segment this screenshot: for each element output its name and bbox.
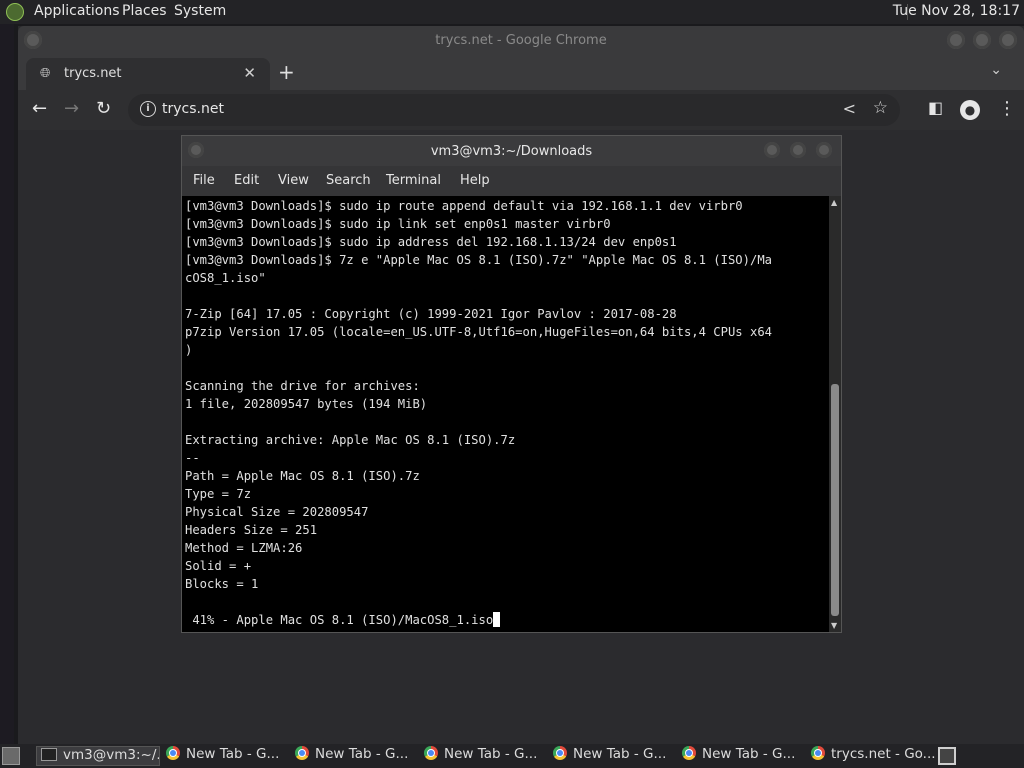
tab-title: trycs.net (64, 66, 122, 81)
terminal-output: [vm3@vm3 Downloads]$ sudo ip route appen… (185, 197, 827, 629)
top-panel: Applications Places System Tue Nov 28, 1… (0, 0, 1024, 24)
terminal-window: vm3@vm3:~/Downloads File Edit View Searc… (182, 136, 841, 632)
close-tab-icon[interactable]: ✕ (243, 64, 256, 82)
terminal-progress-line: 41% - Apple Mac OS 8.1 (ISO)/MacOS8_1.is… (185, 611, 827, 629)
tab-strip: 🌐︎ trycs.net ✕ + ⌄ (18, 56, 1024, 90)
profile-avatar-icon[interactable]: ● (960, 100, 980, 120)
menu-search[interactable]: Search (326, 173, 371, 188)
minimize-button[interactable] (947, 31, 965, 49)
terminal-title: vm3@vm3:~/Downloads (430, 144, 593, 159)
menu-edit[interactable]: Edit (234, 173, 259, 188)
terminal-line: Type = 7z (185, 487, 252, 501)
places-menu[interactable]: Places (122, 3, 167, 19)
url-text[interactable]: trycs.net (162, 101, 224, 117)
taskbar-item-chrome[interactable]: New Tab - G... (166, 746, 290, 766)
maximize-button[interactable] (973, 31, 991, 49)
menu-help[interactable]: Help (460, 173, 490, 188)
chrome-titlebar[interactable]: trycs.net - Google Chrome (18, 26, 1024, 56)
side-panel-icon[interactable]: ◧ (928, 98, 943, 117)
terminal-line: [vm3@vm3 Downloads]$ sudo ip address del… (185, 235, 677, 249)
forward-icon[interactable]: → (64, 98, 79, 119)
tab-trycs[interactable]: 🌐︎ trycs.net ✕ (26, 58, 270, 90)
workspace-switcher-icon[interactable] (938, 747, 956, 765)
terminal-screen[interactable]: [vm3@vm3 Downloads]$ sudo ip route appen… (182, 196, 841, 632)
back-icon[interactable]: ← (32, 98, 47, 119)
menu-terminal[interactable]: Terminal (386, 173, 441, 188)
globe-icon: 🌐︎ (40, 66, 51, 81)
terminal-line: Headers Size = 251 (185, 523, 318, 537)
terminal-minimize-button[interactable] (764, 142, 780, 158)
chevron-down-icon[interactable]: ⌄ (990, 62, 1002, 78)
terminal-line: Solid = + (185, 559, 252, 573)
scrollbar-thumb[interactable] (831, 384, 839, 616)
chrome-icon (553, 746, 567, 760)
applications-menu[interactable]: Applications (34, 3, 120, 19)
terminal-line: ) (185, 343, 193, 357)
terminal-line: -- (185, 451, 200, 465)
terminal-line: [vm3@vm3 Downloads]$ sudo ip route appen… (185, 199, 743, 213)
chrome-icon (424, 746, 438, 760)
menu-file[interactable]: File (193, 173, 215, 188)
taskbar-item-terminal[interactable]: vm3@vm3:~/... (36, 746, 160, 766)
site-info-icon[interactable]: i (140, 101, 156, 117)
terminal-line: 7-Zip [64] 17.05 : Copyright (c) 1999-20… (185, 307, 677, 321)
bookmark-star-icon[interactable]: ☆ (873, 98, 888, 118)
share-icon[interactable]: < (843, 99, 856, 118)
text-cursor (493, 612, 501, 627)
taskbar-item-chrome[interactable]: New Tab - G... (424, 746, 548, 766)
terminal-line: [vm3@vm3 Downloads]$ 7z e "Apple Mac OS … (185, 253, 772, 267)
terminal-maximize-button[interactable] (790, 142, 806, 158)
distro-logo-icon[interactable] (6, 3, 24, 21)
terminal-icon (41, 748, 57, 761)
terminal-line: Method = LZMA:26 (185, 541, 303, 555)
terminal-line: cOS8_1.iso" (185, 271, 266, 285)
desktop-edge (0, 24, 14, 744)
terminal-line: Path = Apple Mac OS 8.1 (ISO).7z (185, 469, 420, 483)
menu-view[interactable]: View (278, 173, 309, 188)
terminal-menubar: File Edit View Search Terminal Help (182, 166, 841, 196)
show-desktop-icon[interactable] (2, 747, 20, 765)
browser-toolbar: ← → ↻ i trycs.net < ☆ ◧ ● ⋮ (18, 90, 1024, 130)
chrome-icon (295, 746, 309, 760)
scroll-up-icon[interactable]: ▲ (831, 198, 837, 207)
taskbar-item-chrome[interactable]: New Tab - G... (553, 746, 677, 766)
close-window-button[interactable] (999, 31, 1017, 49)
terminal-line: Physical Size = 202809547 (185, 505, 369, 519)
clock[interactable]: Tue Nov 28, 18:17 (893, 3, 1020, 19)
terminal-line: [vm3@vm3 Downloads]$ sudo ip link set en… (185, 217, 611, 231)
terminal-titlebar[interactable]: vm3@vm3:~/Downloads (182, 136, 841, 167)
chrome-window-title: trycs.net - Google Chrome (435, 33, 607, 48)
reload-icon[interactable]: ↻ (96, 98, 111, 119)
taskbar-item-chrome[interactable]: New Tab - G... (295, 746, 419, 766)
terminal-close-button[interactable] (816, 142, 832, 158)
chrome-icon (682, 746, 696, 760)
scroll-down-icon[interactable]: ▼ (831, 621, 837, 630)
terminal-line: Blocks = 1 (185, 577, 259, 591)
terminal-line: p7zip Version 17.05 (locale=en_US.UTF-8,… (185, 325, 772, 339)
chrome-icon (811, 746, 825, 760)
terminal-line: Scanning the drive for archives: (185, 379, 420, 393)
taskbar-item-chrome[interactable]: New Tab - G... (682, 746, 806, 766)
taskbar-item-chrome-active-site[interactable]: trycs.net - Go... (811, 746, 935, 766)
address-bar[interactable]: i trycs.net < ☆ (128, 94, 900, 126)
terminal-line: 1 file, 202809547 bytes (194 MiB) (185, 397, 428, 411)
new-tab-icon[interactable]: + (278, 60, 295, 84)
more-menu-icon[interactable]: ⋮ (998, 98, 1016, 119)
bottom-panel: vm3@vm3:~/... New Tab - G... New Tab - G… (0, 744, 1024, 768)
terminal-line: Extracting archive: Apple Mac OS 8.1 (IS… (185, 433, 516, 447)
terminal-scrollbar[interactable]: ▲ ▼ (829, 196, 841, 632)
system-menu[interactable]: System (174, 3, 226, 19)
chrome-icon (166, 746, 180, 760)
